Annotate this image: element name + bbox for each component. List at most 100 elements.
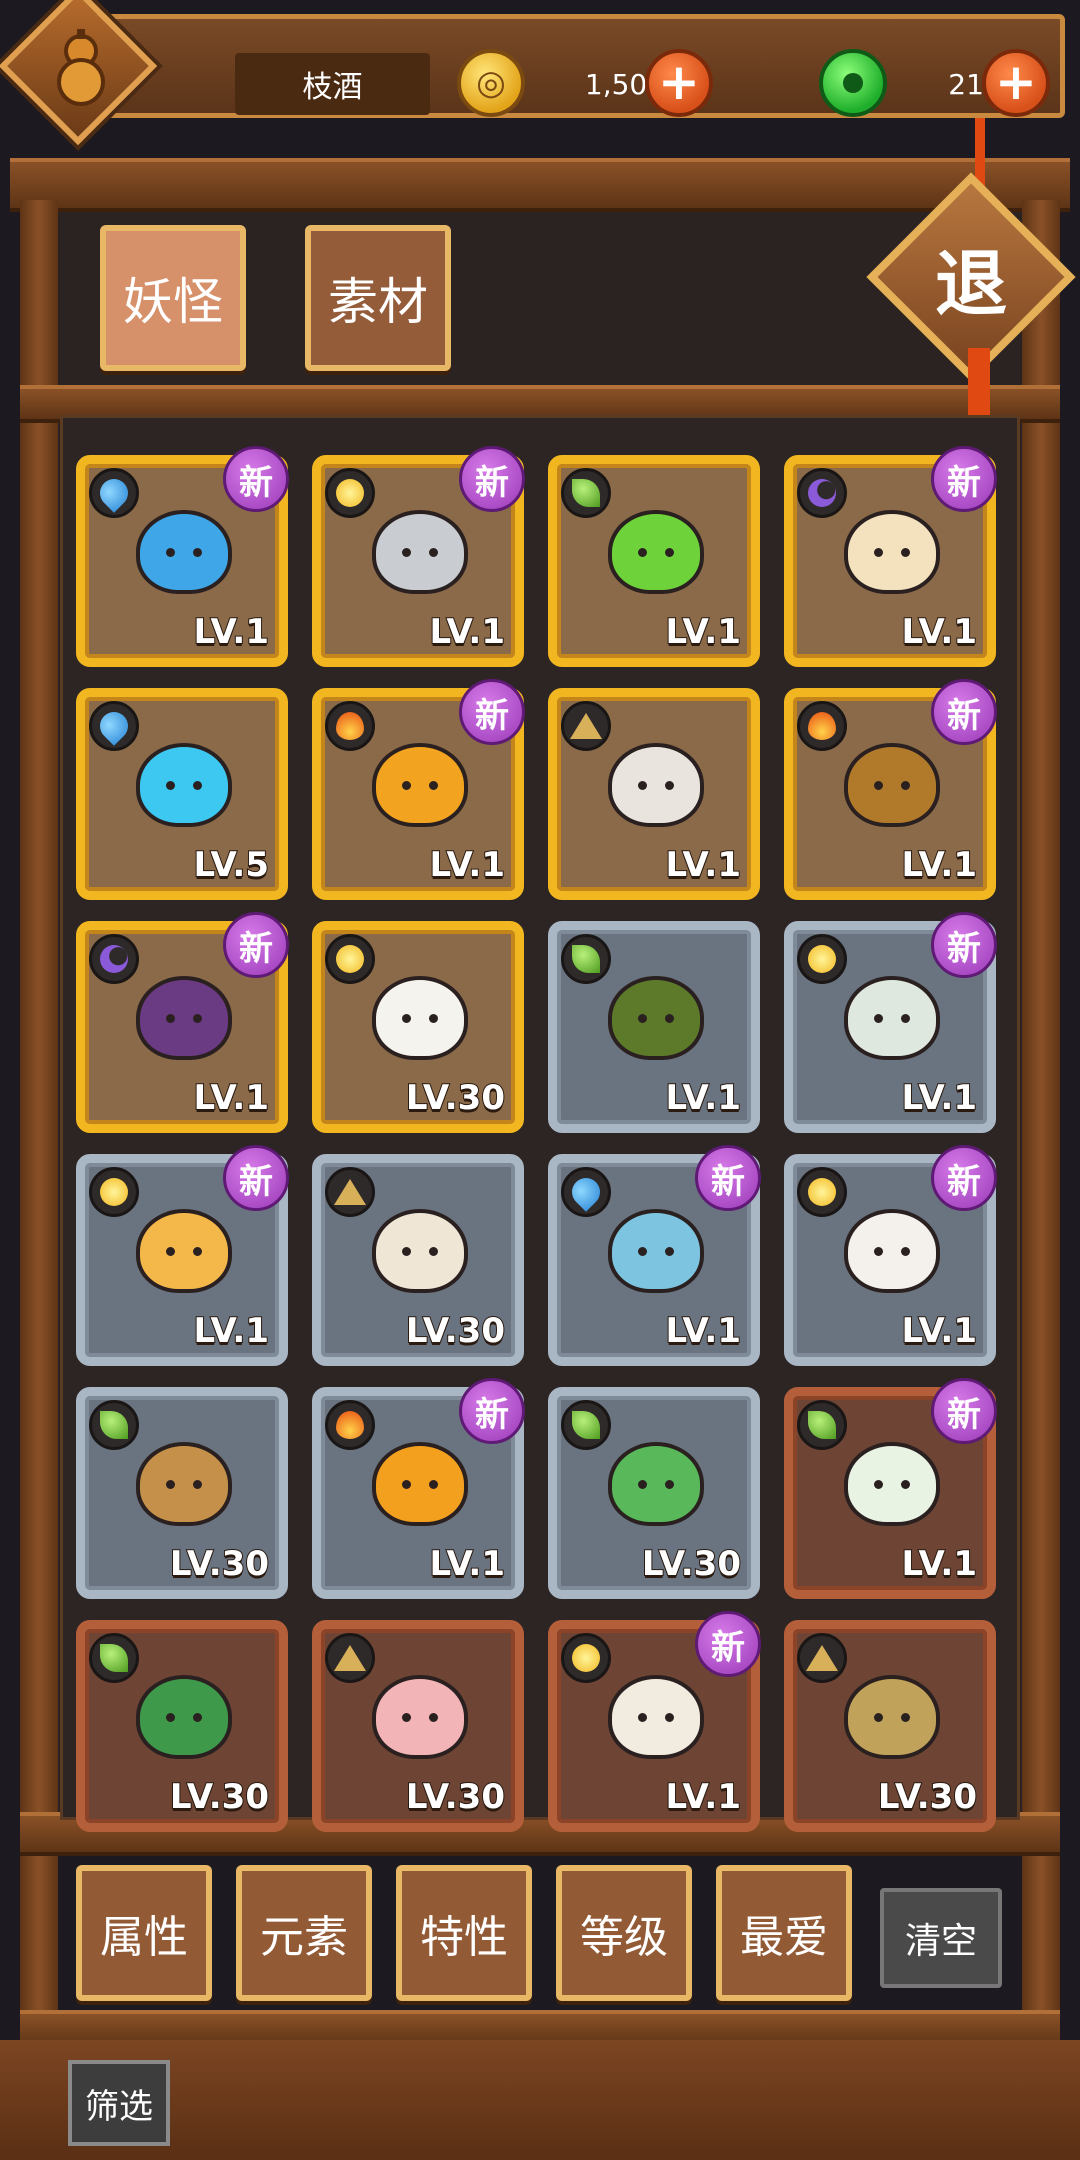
gourd-icon: [40, 26, 122, 108]
monster-level: LV.5: [193, 844, 270, 886]
new-badge: 新: [931, 1145, 997, 1211]
coin-icon: ◎: [457, 49, 525, 117]
monster-card[interactable]: LV.1 新: [784, 446, 997, 667]
new-badge: 新: [459, 679, 525, 745]
new-badge: 新: [695, 1145, 761, 1211]
green-star-icon: [597, 502, 715, 602]
monster-level: LV.1: [901, 1310, 978, 1352]
filter-trait-button[interactable]: 特性: [396, 1865, 532, 2001]
add-gems-button[interactable]: +: [982, 49, 1050, 117]
player-name: 枝酒: [235, 53, 430, 115]
monster-level: LV.30: [169, 1776, 270, 1818]
hook-lantern-icon: [833, 735, 951, 835]
new-badge: 新: [223, 446, 289, 512]
tiny-skeleton-icon: [597, 1667, 715, 1767]
resource-bar: 枝酒 ◎ 1,500 + 216 +: [80, 14, 1065, 118]
cloud-pot-icon: [833, 1667, 951, 1767]
monster-level: LV.1: [193, 1310, 270, 1352]
filter-element-button[interactable]: 元素: [236, 1865, 372, 2001]
monster-level: LV.1: [665, 844, 742, 886]
monster-card[interactable]: LV.1 新: [312, 1378, 525, 1599]
monster-card[interactable]: LV.30: [76, 1387, 288, 1599]
dango-plate-icon: [597, 735, 715, 835]
new-badge: 新: [695, 1611, 761, 1677]
monster-level: LV.1: [193, 1077, 270, 1119]
filter-level-button[interactable]: 等级: [556, 1865, 692, 2001]
monster-card[interactable]: LV.1 新: [548, 1611, 761, 1832]
tab-materials[interactable]: 素材: [305, 225, 451, 371]
monster-card[interactable]: LV.1 新: [76, 1145, 289, 1366]
blue-dragon-fish-icon: [125, 502, 243, 602]
monster-card[interactable]: LV.1 新: [784, 679, 997, 900]
monster-card[interactable]: LV.30: [548, 1387, 760, 1599]
monster-level: LV.1: [665, 1310, 742, 1352]
feather-quill-icon: [361, 968, 479, 1068]
porcelain-cup-icon: [833, 1434, 951, 1534]
egg-ghost-icon: [833, 1201, 951, 1301]
monster-level: LV.1: [665, 1077, 742, 1119]
monster-level: LV.30: [641, 1543, 742, 1585]
tofu-blocks-icon: [833, 502, 951, 602]
monster-level: LV.1: [665, 611, 742, 653]
jade-gem-icon: [819, 49, 887, 117]
monster-level: LV.30: [169, 1543, 270, 1585]
monster-card[interactable]: LV.1 新: [548, 1145, 761, 1366]
monster-level: LV.30: [405, 1310, 506, 1352]
monster-card[interactable]: LV.1: [548, 921, 760, 1133]
boy-in-bubble-icon: [361, 502, 479, 602]
jade-spirit-icon: [597, 1434, 715, 1534]
monster-card[interactable]: LV.30: [312, 921, 524, 1133]
clear-filters-button[interactable]: 清空: [880, 1888, 1002, 1988]
new-badge: 新: [931, 912, 997, 978]
new-badge: 新: [931, 1378, 997, 1444]
new-badge: 新: [459, 1378, 525, 1444]
tab-monsters[interactable]: 妖怪: [100, 225, 246, 371]
orange-chick-icon: [361, 1434, 479, 1534]
mandrake-icon: [125, 1434, 243, 1534]
water-star-icon: [125, 735, 243, 835]
monster-card[interactable]: LV.30: [312, 1154, 524, 1366]
new-badge: 新: [931, 446, 997, 512]
monster-card[interactable]: LV.1 新: [312, 679, 525, 900]
cabinet-right-post: [1022, 200, 1060, 2060]
monster-card[interactable]: LV.30: [784, 1620, 996, 1832]
monster-card[interactable]: LV.1 新: [312, 446, 525, 667]
monster-level: LV.1: [429, 844, 506, 886]
pink-tofu-icon: [361, 1667, 479, 1767]
monster-card[interactable]: LV.30: [312, 1620, 524, 1832]
gourd-ghost-icon: [833, 968, 951, 1068]
monster-card[interactable]: LV.1 新: [76, 446, 289, 667]
monster-level: LV.1: [901, 1077, 978, 1119]
monster-level: LV.30: [405, 1077, 506, 1119]
cabinet-left-post: [20, 200, 58, 2060]
monster-level: LV.1: [901, 1543, 978, 1585]
monster-level: LV.1: [901, 844, 978, 886]
flame-ball-icon: [361, 735, 479, 835]
exit-label: 退: [934, 241, 1007, 326]
pudding-cube-icon: [125, 1201, 243, 1301]
turtle-shell-icon: [597, 968, 715, 1068]
monster-level: LV.1: [429, 611, 506, 653]
new-badge: 新: [459, 446, 525, 512]
purple-penguin-icon: [125, 968, 243, 1068]
monster-card[interactable]: LV.1: [548, 688, 760, 900]
filter-attribute-button[interactable]: 属性: [76, 1865, 212, 2001]
filter-favorite-button[interactable]: 最爱: [716, 1865, 852, 2001]
monster-card[interactable]: LV.1: [548, 455, 760, 667]
monster-card[interactable]: LV.1 新: [784, 912, 997, 1133]
new-badge: 新: [223, 912, 289, 978]
add-coins-button[interactable]: +: [645, 49, 713, 117]
monster-level: LV.1: [429, 1543, 506, 1585]
screen-button[interactable]: 筛选: [68, 2060, 170, 2146]
monster-level: LV.1: [901, 611, 978, 653]
monster-level: LV.1: [193, 611, 270, 653]
monster-card[interactable]: LV.5: [76, 688, 288, 900]
monster-card[interactable]: LV.1 新: [76, 912, 289, 1133]
old-sage-icon: [361, 1201, 479, 1301]
bamboo-sprout-icon: [125, 1667, 243, 1767]
monster-card[interactable]: LV.1 新: [784, 1145, 997, 1366]
monster-card[interactable]: LV.30: [76, 1620, 288, 1832]
monster-level: LV.1: [665, 1776, 742, 1818]
monster-card[interactable]: LV.1 新: [784, 1378, 997, 1599]
monster-level: LV.30: [877, 1776, 978, 1818]
